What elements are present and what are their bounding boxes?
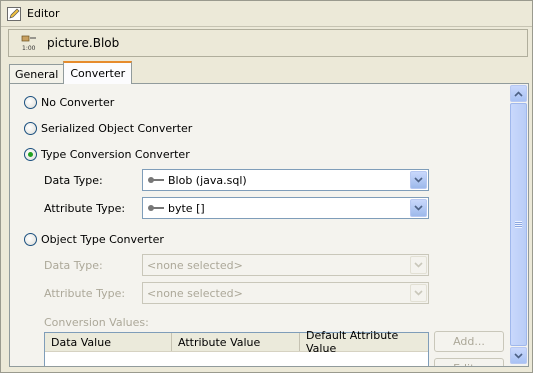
- chevron-down-icon[interactable]: [410, 171, 427, 189]
- database-field-icon: 1:00: [21, 35, 36, 51]
- key-mapping-icon: [148, 205, 164, 211]
- tab-general[interactable]: General: [9, 64, 65, 84]
- key-mapping-icon: [148, 177, 164, 183]
- radio-type-conversion-converter[interactable]: Type Conversion Converter: [24, 146, 190, 162]
- scroll-thumb[interactable]: [510, 103, 527, 346]
- column-header-default-attribute-value[interactable]: Default Attribute Value: [300, 329, 428, 355]
- grip-icon: [515, 221, 522, 228]
- chevron-down-icon[interactable]: [410, 256, 427, 274]
- conversion-values-table[interactable]: Data Value Attribute Value Default Attri…: [44, 329, 429, 366]
- tab-converter-label: Converter: [70, 67, 126, 80]
- data-type-combo[interactable]: Blob (java.sql): [142, 169, 429, 191]
- header-title: picture.Blob: [47, 36, 120, 50]
- radio-object-type-label: Object Type Converter: [41, 232, 164, 246]
- attribute-type-combo[interactable]: byte []: [142, 197, 429, 219]
- radio-button[interactable]: [24, 95, 37, 109]
- chevron-down-icon: [514, 352, 523, 359]
- window-title: Editor: [27, 7, 60, 20]
- chevron-up-icon: [514, 90, 523, 97]
- radio-serialized-label: Serialized Object Converter: [41, 121, 193, 135]
- data-type-value-wrap: Blob (java.sql): [143, 174, 410, 187]
- radio-no-converter[interactable]: No Converter: [24, 94, 114, 110]
- converter-panel: No Converter Serialized Object Converter…: [9, 83, 529, 367]
- title-bar: Editor: [1, 1, 532, 27]
- tab-strip: General Converter: [9, 61, 133, 84]
- vertical-scrollbar[interactable]: [510, 85, 527, 365]
- object-data-type-label: Data Type:: [44, 258, 103, 272]
- radio-object-type-converter[interactable]: Object Type Converter: [24, 231, 164, 247]
- table-header: Data Value Attribute Value Default Attri…: [45, 329, 428, 355]
- radio-type-conversion-label: Type Conversion Converter: [41, 147, 190, 161]
- radio-button[interactable]: [24, 232, 37, 246]
- chevron-down-icon[interactable]: [410, 199, 427, 217]
- column-header-data-value[interactable]: Data Value: [45, 333, 172, 351]
- radio-button-checked[interactable]: [24, 147, 37, 161]
- object-attribute-type-combo[interactable]: <none selected>: [142, 282, 429, 304]
- radio-button[interactable]: [24, 121, 37, 135]
- radio-no-converter-label: No Converter: [41, 95, 115, 109]
- attribute-type-value-wrap: byte []: [143, 202, 410, 215]
- tab-general-label: General: [15, 68, 59, 81]
- tab-converter[interactable]: Converter: [63, 61, 133, 84]
- object-attribute-type-label: Attribute Type:: [44, 286, 126, 300]
- object-data-type-value: <none selected>: [147, 258, 243, 272]
- add-button[interactable]: Add...: [434, 331, 504, 352]
- edit-button[interactable]: Edit...: [434, 358, 504, 366]
- data-type-value: Blob (java.sql): [168, 173, 247, 187]
- data-type-label: Data Type:: [44, 173, 103, 187]
- scroll-down-button[interactable]: [510, 347, 527, 364]
- column-header-attribute-value[interactable]: Attribute Value: [172, 333, 300, 351]
- editor-window: Editor 1:00 picture.Blob General Convert…: [0, 0, 533, 373]
- attribute-type-value: byte []: [168, 201, 205, 215]
- scroll-up-button[interactable]: [510, 85, 527, 102]
- editor-pencil-icon: [7, 6, 21, 21]
- conversion-values-label: Conversion Values:: [44, 315, 149, 329]
- svg-text:1:00: 1:00: [22, 45, 36, 51]
- object-attribute-type-value: <none selected>: [147, 286, 243, 300]
- radio-serialized-converter[interactable]: Serialized Object Converter: [24, 120, 192, 136]
- chevron-down-icon[interactable]: [410, 284, 427, 302]
- object-data-type-combo[interactable]: <none selected>: [142, 254, 429, 276]
- header-panel: 1:00 picture.Blob: [8, 29, 528, 57]
- attribute-type-label: Attribute Type:: [44, 201, 126, 215]
